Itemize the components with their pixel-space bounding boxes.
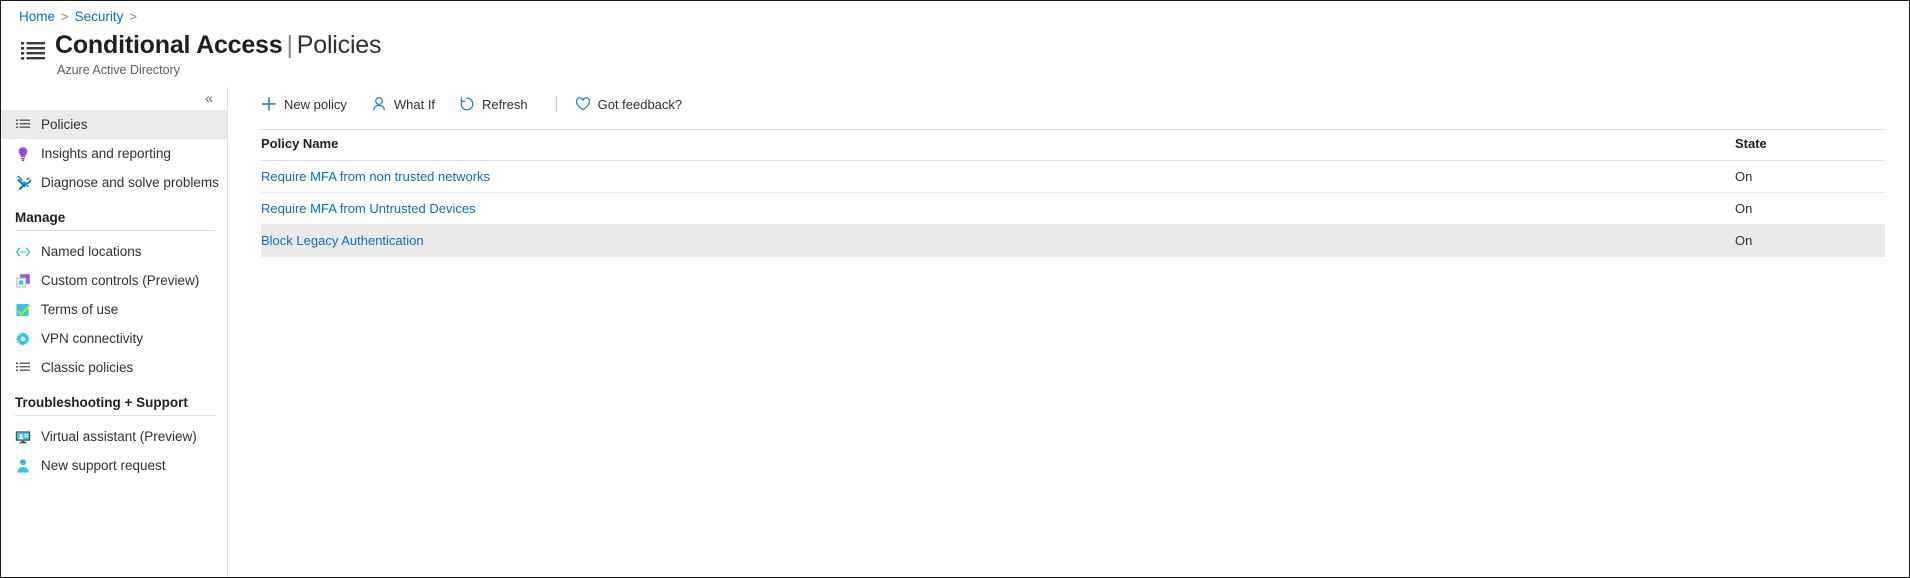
sidebar-nav-list: Policies Insights and reporting Diagnose… xyxy=(1,110,227,197)
got-feedback-button[interactable]: Got feedback? xyxy=(575,90,693,118)
gear-icon xyxy=(15,331,31,347)
refresh-icon xyxy=(459,96,475,112)
sidebar-item-label: Insights and reporting xyxy=(41,146,171,161)
policy-name-cell: Block Legacy Authentication xyxy=(261,224,1721,257)
breadcrumb: Home > Security > xyxy=(19,9,137,24)
sidebar-group-header-troubleshooting: Troubleshooting + Support xyxy=(15,395,188,410)
sidebar-item-custom-controls[interactable]: Custom controls (Preview) xyxy=(1,266,227,295)
sidebar-item-label: New support request xyxy=(41,458,166,473)
policy-name-cell: Require MFA from Untrusted Devices xyxy=(261,192,1721,225)
sidebar-item-diagnose-and-solve-problems[interactable]: Diagnose and solve problems xyxy=(1,168,227,197)
page-title-main-text: Conditional Access xyxy=(55,31,283,59)
sidebar-item-named-locations[interactable]: Named locations xyxy=(1,237,227,266)
sidebar-item-label: Named locations xyxy=(41,244,142,259)
command-bar-divider xyxy=(555,96,557,112)
new-policy-button[interactable]: New policy xyxy=(261,90,357,118)
sidebar-group-header-manage: Manage xyxy=(15,210,66,225)
list-icon xyxy=(15,117,31,133)
page-title-divider: | xyxy=(286,31,293,59)
breadcrumb-item-security[interactable]: Security xyxy=(75,9,124,24)
policies-table-body: Require MFA from non trusted networks On… xyxy=(261,160,1885,257)
table-header-row: Policy Name State xyxy=(261,129,1885,161)
policy-state-cell: On xyxy=(1721,224,1885,257)
sidebar-group-divider xyxy=(15,415,215,416)
sidebar-item-terms-of-use[interactable]: Terms of use xyxy=(1,295,227,324)
what-if-button[interactable]: What If xyxy=(371,90,445,118)
page-title-block: Conditional Access | Policies Azure Active… xyxy=(19,31,382,77)
wrench-screwdriver-icon xyxy=(15,174,31,191)
breadcrumb-separator-icon: > xyxy=(61,9,69,24)
what-if-label: What If xyxy=(393,96,436,112)
refresh-label: Refresh xyxy=(482,96,528,112)
person-support-icon xyxy=(15,458,31,474)
sidebar-item-label: Custom controls (Preview) xyxy=(41,273,200,288)
main-panel: New policy What If Refresh Got feedback?… xyxy=(228,87,1909,577)
policy-link[interactable]: Require MFA from non trusted networks xyxy=(261,169,490,184)
list-icon xyxy=(15,360,31,376)
custom-control-icon xyxy=(15,273,31,289)
sidebar-item-label: Terms of use xyxy=(41,302,119,317)
column-header-state[interactable]: State xyxy=(1721,129,1885,161)
policy-link[interactable]: Require MFA from Untrusted Devices xyxy=(261,201,476,216)
page-title: Conditional Access | Policies xyxy=(55,31,382,60)
sidebar-item-virtual-assistant[interactable]: Virtual assistant (Preview) xyxy=(1,422,227,451)
policies-table-wrapper: Policy Name State Require MFA from non t… xyxy=(228,129,1909,257)
policy-name-cell: Require MFA from non trusted networks xyxy=(261,160,1721,193)
page-title-sub-text: Policies xyxy=(296,31,382,59)
policy-state-cell: On xyxy=(1721,192,1885,225)
monitor-assistant-icon xyxy=(15,429,31,445)
sidebar-item-label: Policies xyxy=(41,117,88,132)
column-header-policy-name[interactable]: Policy Name xyxy=(261,129,1721,161)
heart-icon xyxy=(575,96,591,112)
breadcrumb-item-home[interactable]: Home xyxy=(19,9,55,24)
sidebar-item-label: Diagnose and solve problems xyxy=(41,175,219,190)
sidebar-item-label: VPN connectivity xyxy=(41,331,144,346)
command-bar: New policy What If Refresh Got feedback? xyxy=(228,87,1909,121)
new-policy-label: New policy xyxy=(284,96,347,112)
code-brackets-icon xyxy=(15,244,31,260)
sidebar-item-insights-and-reporting[interactable]: Insights and reporting xyxy=(1,139,227,168)
checkbox-checked-icon xyxy=(15,302,31,318)
policy-state-cell: On xyxy=(1721,160,1885,193)
sidebar-item-vpn-connectivity[interactable]: VPN connectivity xyxy=(1,324,227,353)
collapse-sidebar-button[interactable]: « xyxy=(199,88,219,108)
sidebar-group-manage-items: Named locations Custom controls (Preview… xyxy=(1,237,227,382)
breadcrumb-separator-icon: > xyxy=(129,9,137,24)
policies-table: Policy Name State Require MFA from non t… xyxy=(261,129,1885,257)
azure-portal-conditional-access-page: Home > Security > Conditional Access | P… xyxy=(0,0,1910,578)
sidebar-item-label: Classic policies xyxy=(41,360,134,375)
sidebar: « Policies Insights and reporting Diagno… xyxy=(1,87,228,577)
page-subtitle: Azure Active Directory xyxy=(57,62,180,77)
table-row[interactable]: Block Legacy Authentication On xyxy=(261,224,1885,257)
lightbulb-icon xyxy=(15,146,31,162)
table-row[interactable]: Require MFA from Untrusted Devices On xyxy=(261,192,1885,225)
sidebar-group-troubleshooting-items: Virtual assistant (Preview) New support … xyxy=(1,422,227,480)
sidebar-item-policies[interactable]: Policies xyxy=(1,110,227,139)
sidebar-item-label: Virtual assistant (Preview) xyxy=(41,429,197,444)
policies-table-head: Policy Name State xyxy=(261,129,1885,161)
plus-icon xyxy=(261,96,277,112)
content-area: « Policies Insights and reporting Diagno… xyxy=(1,87,1909,577)
sidebar-group-divider xyxy=(15,230,215,231)
refresh-button[interactable]: Refresh xyxy=(459,90,538,118)
policy-list-icon xyxy=(19,37,47,65)
sidebar-item-classic-policies[interactable]: Classic policies xyxy=(1,353,227,382)
policy-link[interactable]: Block Legacy Authentication xyxy=(261,233,424,248)
got-feedback-label: Got feedback? xyxy=(597,96,683,112)
person-icon xyxy=(371,96,387,112)
table-row[interactable]: Require MFA from non trusted networks On xyxy=(261,160,1885,193)
sidebar-item-new-support-request[interactable]: New support request xyxy=(1,451,227,480)
